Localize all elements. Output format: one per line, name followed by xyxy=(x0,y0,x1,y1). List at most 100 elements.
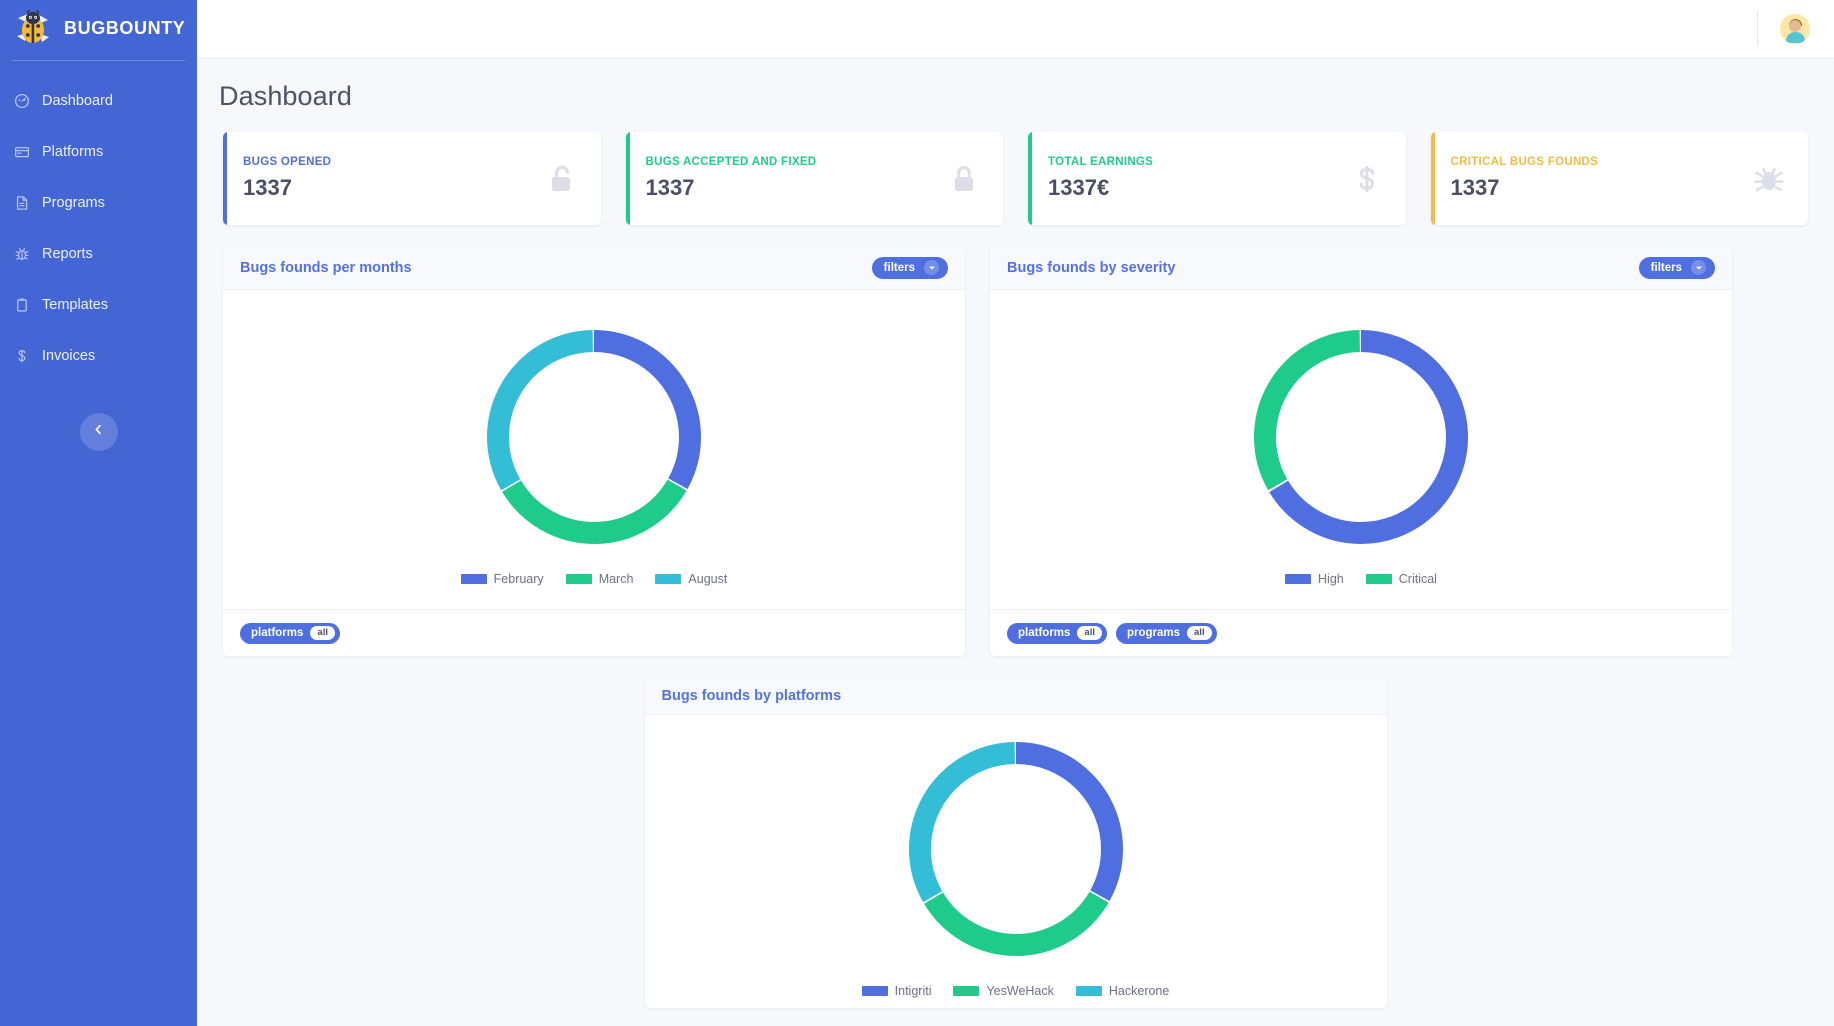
legend-label: Critical xyxy=(1398,572,1437,586)
stat-card-total-earnings[interactable]: TOTAL EARNINGS 1337€ xyxy=(1028,132,1406,225)
filters-button-label: filters xyxy=(883,261,915,274)
stat-label: BUGS OPENED xyxy=(243,156,332,168)
card-header: Bugs founds per months filters xyxy=(223,246,965,290)
card-title: Bugs founds per months xyxy=(240,259,412,276)
legend-swatch xyxy=(1075,986,1102,996)
legend-swatch xyxy=(1365,574,1392,584)
stat-card-bugs-accepted-fixed[interactable]: BUGS ACCEPTED AND FIXED 1337 xyxy=(625,132,1003,225)
legend-swatch xyxy=(460,574,487,584)
donut-chart-bugs-by-platforms[interactable] xyxy=(900,733,1132,970)
stat-accent-bar xyxy=(1430,132,1435,225)
card-footer: platforms all xyxy=(223,609,965,656)
sidebar-item-programs[interactable]: Programs xyxy=(0,177,197,228)
filters-button-label: filters xyxy=(1650,261,1682,274)
legend-label: March xyxy=(598,572,634,586)
card-header: Bugs founds by severity filters xyxy=(990,246,1732,290)
stat-accent-bar xyxy=(1028,132,1032,225)
legend-swatch xyxy=(861,986,888,996)
bottom-chart-row: Bugs founds by platforms Intigriti YesWe… xyxy=(197,656,1834,1008)
unlock-icon xyxy=(545,162,579,196)
sidebar: BUGBOUNTY Dashboard Platforms Programs R… xyxy=(0,0,197,1026)
browser-window-icon xyxy=(14,144,30,160)
card-header: Bugs founds by platforms xyxy=(644,678,1387,715)
legend-item[interactable]: High xyxy=(1285,572,1344,586)
sidebar-item-templates[interactable]: Templates xyxy=(0,279,197,330)
dollar-sign-icon xyxy=(1350,162,1384,196)
filters-button[interactable]: filters xyxy=(871,256,948,279)
page-title: Dashboard xyxy=(219,81,352,111)
stat-accent-bar xyxy=(223,132,227,225)
legend-item[interactable]: March xyxy=(565,572,634,586)
chart-legend: Intigriti YesWeHack Hackerone xyxy=(861,984,1169,998)
sidebar-item-reports[interactable]: Reports xyxy=(0,228,197,279)
sidebar-item-label: Templates xyxy=(42,296,109,313)
legend-item[interactable]: February xyxy=(460,572,544,586)
stat-card-bugs-opened[interactable]: BUGS OPENED 1337 xyxy=(223,132,601,225)
legend-item[interactable]: YesWeHack xyxy=(953,984,1054,998)
filters-button[interactable]: filters xyxy=(1638,256,1715,279)
card-bugs-by-severity: Bugs founds by severity filters High Cri… xyxy=(990,246,1732,656)
main-area: Dashboard BUGS OPENED 1337 BUGS ACCEPTED… xyxy=(197,0,1834,1026)
chevron-down-icon xyxy=(1691,260,1706,275)
legend-swatch xyxy=(1285,574,1312,584)
chart-body: High Critical xyxy=(990,290,1732,609)
dashboard-content: Dashboard BUGS OPENED 1337 BUGS ACCEPTED… xyxy=(197,57,1834,1026)
legend-label: High xyxy=(1318,572,1344,586)
stat-label: CRITICAL BUGS FOUNDS xyxy=(1450,156,1599,168)
sidebar-item-invoices[interactable]: Invoices xyxy=(0,330,197,381)
speedometer-icon xyxy=(14,93,30,109)
donut-chart-bugs-per-months[interactable] xyxy=(478,321,710,558)
chevron-left-icon xyxy=(92,423,105,441)
topbar xyxy=(197,0,1834,57)
legend-item[interactable]: Critical xyxy=(1365,572,1437,586)
legend-item[interactable]: Intigriti xyxy=(861,984,931,998)
pill-badge: all xyxy=(1077,626,1102,640)
chart-legend: High Critical xyxy=(1285,572,1437,586)
stat-value: 1337 xyxy=(243,175,292,200)
legend-swatch xyxy=(565,574,592,584)
stat-card-critical-bugs[interactable]: CRITICAL BUGS FOUNDS 1337 xyxy=(1430,132,1808,225)
legend-label: YesWeHack xyxy=(986,984,1054,998)
filter-pill-programs[interactable]: programs all xyxy=(1115,622,1217,644)
user-avatar-icon[interactable] xyxy=(1780,13,1810,44)
card-title: Bugs founds by platforms xyxy=(661,688,842,704)
lock-icon xyxy=(947,162,981,196)
donut-chart-bugs-by-severity[interactable] xyxy=(1245,321,1477,558)
stat-label: BUGS ACCEPTED AND FIXED xyxy=(645,156,817,168)
stat-value: 1337€ xyxy=(1048,175,1110,200)
stat-cards-row: BUGS OPENED 1337 BUGS ACCEPTED AND FIXED xyxy=(197,112,1834,225)
legend-swatch xyxy=(655,574,682,584)
avatar-head xyxy=(1789,19,1801,32)
sidebar-item-label: Platforms xyxy=(42,143,104,160)
brand[interactable]: BUGBOUNTY xyxy=(0,0,197,57)
pill-badge: all xyxy=(310,626,335,640)
avatar-body xyxy=(1785,31,1805,43)
topbar-divider xyxy=(1757,11,1758,46)
brand-name: BUGBOUNTY xyxy=(64,18,186,38)
clipboard-icon xyxy=(14,297,30,313)
stat-value: 1337 xyxy=(645,175,695,200)
sidebar-collapse-button[interactable] xyxy=(79,413,118,451)
charts-row: Bugs founds per months filters February … xyxy=(197,225,1834,656)
card-bugs-by-platforms: Bugs founds by platforms Intigriti YesWe… xyxy=(644,678,1387,1008)
bug-icon xyxy=(1752,162,1786,196)
filter-pill-platforms[interactable]: platforms all xyxy=(1007,622,1107,644)
bug-icon xyxy=(14,246,30,262)
legend-label: August xyxy=(688,572,728,586)
pill-label: programs xyxy=(1126,627,1181,639)
card-bugs-per-months: Bugs founds per months filters February … xyxy=(223,246,965,656)
sidebar-collapse-wrap xyxy=(0,413,197,451)
stat-accent-bar xyxy=(625,132,630,225)
filter-pill-platforms[interactable]: platforms all xyxy=(240,622,340,644)
dollar-icon xyxy=(14,348,30,364)
chart-body: February March August xyxy=(223,290,965,609)
sidebar-item-label: Dashboard xyxy=(42,92,113,109)
legend-item[interactable]: Hackerone xyxy=(1075,984,1169,998)
legend-item[interactable]: August xyxy=(655,572,727,586)
card-footer: platforms all programs all xyxy=(990,609,1732,656)
ladybug-logo-icon xyxy=(12,9,54,49)
sidebar-item-dashboard[interactable]: Dashboard xyxy=(0,75,197,126)
card-title: Bugs founds by severity xyxy=(1007,259,1176,276)
legend-label: February xyxy=(493,572,544,586)
sidebar-item-platforms[interactable]: Platforms xyxy=(0,126,197,177)
